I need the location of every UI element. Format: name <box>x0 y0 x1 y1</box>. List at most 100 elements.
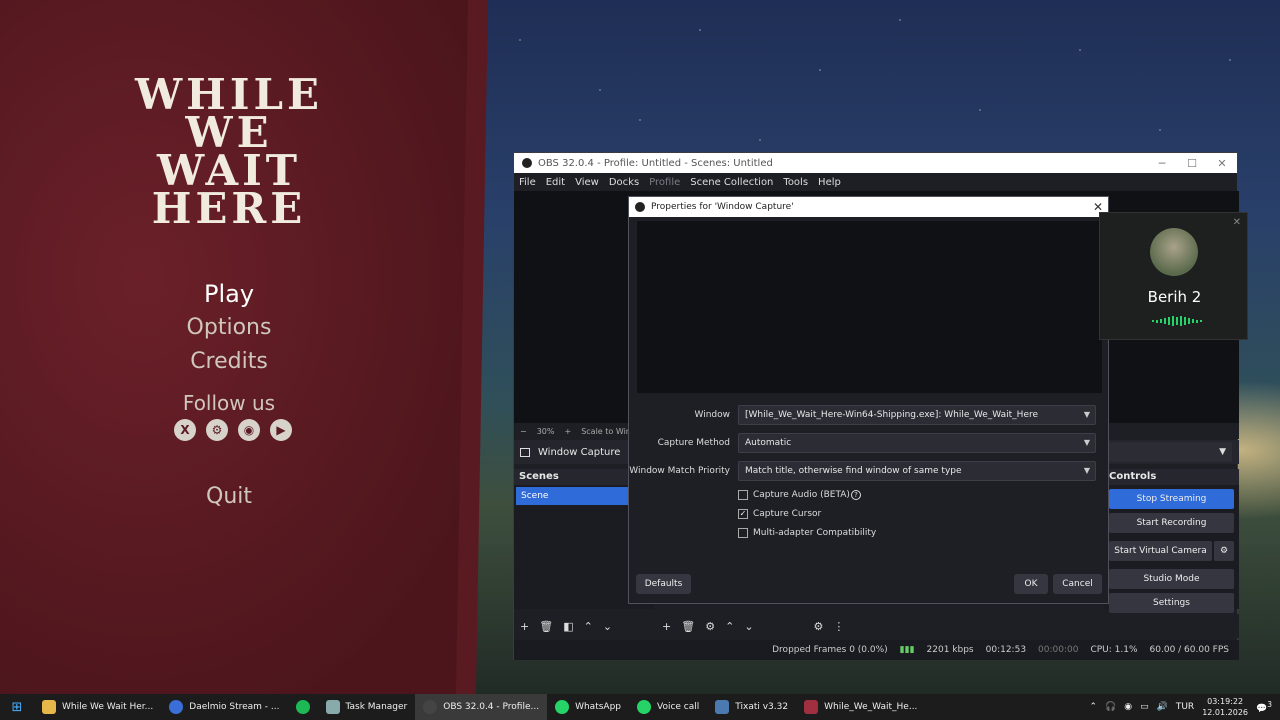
taskbar-label: WhatsApp <box>575 702 621 712</box>
source-dropdown[interactable]: ▼ <box>1104 442 1232 462</box>
clock[interactable]: 03:19:22 12.01.2026 <box>1202 696 1248 718</box>
headset-icon[interactable]: 🎧 <box>1105 702 1116 712</box>
signal-icon: ▮▮▮ <box>899 645 915 655</box>
discord-icon[interactable]: ◉ <box>238 419 260 441</box>
taskbar-item-obs[interactable]: OBS 32.0.4 - Profile... <box>415 694 548 720</box>
start-virtual-camera-button[interactable]: Start Virtual Camera <box>1109 541 1212 561</box>
defaults-button[interactable]: Defaults <box>636 574 691 594</box>
dropped-frames: Dropped Frames 0 (0.0%) <box>772 645 888 655</box>
avatar <box>1150 228 1198 276</box>
taskbar-item-game[interactable]: While_We_Wait_He... <box>796 694 925 720</box>
close-icon[interactable]: ✕ <box>1207 157 1237 170</box>
dock-toolbars: + 🗑 ◧ ⌃ ⌄ + 🗑 ⚙ ⌃ ⌄ ⚙ ⋮ <box>514 614 1239 638</box>
record-time: 00:00:00 <box>1038 645 1079 655</box>
gear-icon[interactable]: ⚙ <box>1214 541 1234 561</box>
stop-streaming-button[interactable]: Stop Streaming <box>1109 489 1234 509</box>
capture-cursor-checkbox[interactable]: ✓ <box>738 509 748 519</box>
obs-titlebar[interactable]: OBS 32.0.4 - Profile: Untitled - Scenes:… <box>514 153 1237 173</box>
system-tray: ⌃ 🎧 ◉ ▭ 🔊 TUR 03:19:22 12.01.2026 💬3 <box>1089 696 1280 718</box>
remove-scene-icon[interactable]: 🗑 <box>539 620 553 633</box>
match-priority-select[interactable]: Match title, otherwise find window of sa… <box>738 461 1096 481</box>
move-up-icon[interactable]: ⌃ <box>584 620 593 633</box>
taskbar-item-game-folder[interactable]: While We Wait Her... <box>34 694 161 720</box>
window-select[interactable]: [While_We_Wait_Here-Win64-Shipping.exe]:… <box>738 405 1096 425</box>
taskbar-label: Daelmio Stream - ... <box>189 702 280 712</box>
move-down-icon[interactable]: ⌄ <box>603 620 612 633</box>
bitrate: 2201 kbps <box>926 645 974 655</box>
menu-quit[interactable]: Quit <box>0 484 458 509</box>
network-icon[interactable]: ▭ <box>1140 702 1149 712</box>
taskbar-item-whatsapp[interactable]: WhatsApp <box>547 694 629 720</box>
taskbar-item-task-manager[interactable]: Task Manager <box>318 694 416 720</box>
task-manager-icon <box>325 700 340 714</box>
multi-adapter-label[interactable]: Multi-adapter Compatibility <box>753 528 876 538</box>
maximize-icon[interactable]: ☐ <box>1177 157 1207 170</box>
more-icon[interactable]: ⋮ <box>833 620 844 633</box>
menu-profile[interactable]: Profile <box>649 177 680 188</box>
youtube-icon[interactable]: ▶ <box>270 419 292 441</box>
windows-start-icon[interactable]: ⊞ <box>0 700 34 715</box>
capture-audio-label[interactable]: Capture Audio (BETA) <box>753 490 850 500</box>
taskbar-item-voice-call[interactable]: Voice call <box>629 694 707 720</box>
menu-play[interactable]: Play <box>0 280 458 308</box>
cancel-button[interactable]: Cancel <box>1053 574 1102 594</box>
minimize-icon[interactable]: ─ <box>1147 157 1177 170</box>
capture-method-value: Automatic <box>745 438 792 448</box>
zoom-out-icon[interactable]: − <box>520 427 527 436</box>
menu-docks[interactable]: Docks <box>609 177 639 188</box>
menu-scene-collection[interactable]: Scene Collection <box>690 177 773 188</box>
menu-file[interactable]: File <box>519 177 536 188</box>
chevron-up-icon[interactable]: ⌃ <box>1089 702 1097 712</box>
menu-credits[interactable]: Credits <box>0 349 458 374</box>
studio-mode-button[interactable]: Studio Mode <box>1109 569 1234 589</box>
source-up-icon[interactable]: ⌃ <box>725 620 734 633</box>
capture-cursor-label[interactable]: Capture Cursor <box>753 509 821 519</box>
menu-options[interactable]: Options <box>0 315 458 340</box>
notification-icon[interactable]: 💬3 <box>1256 700 1272 714</box>
remove-source-icon[interactable]: 🗑 <box>681 620 695 633</box>
start-recording-button[interactable]: Start Recording <box>1109 513 1234 533</box>
steam-icon[interactable]: ⚙ <box>206 419 228 441</box>
taskbar-label: Tixati v3.32 <box>735 702 789 712</box>
multi-adapter-checkbox[interactable] <box>738 528 748 538</box>
menu-tools[interactable]: Tools <box>783 177 808 188</box>
taskbar-item-firefox[interactable]: Daelmio Stream - ... <box>161 694 287 720</box>
controls-title: Controls <box>1104 469 1239 485</box>
close-icon[interactable]: ✕ <box>1233 217 1241 228</box>
add-scene-icon[interactable]: + <box>520 620 529 633</box>
capture-audio-checkbox[interactable] <box>738 490 748 500</box>
taskbar-label: OBS 32.0.4 - Profile... <box>443 702 540 712</box>
x-icon[interactable]: X <box>174 419 196 441</box>
title-line: HERE <box>151 184 307 233</box>
menu-view[interactable]: View <box>575 177 599 188</box>
dialog-title: Properties for 'Window Capture' <box>651 202 794 212</box>
dialog-titlebar[interactable]: Properties for 'Window Capture' ✕ <box>629 197 1108 217</box>
volume-icon[interactable]: 🔊 <box>1157 702 1168 712</box>
help-icon[interactable]: ? <box>850 490 861 500</box>
add-source-icon[interactable]: + <box>662 620 671 633</box>
taskbar-item-tixati[interactable]: Tixati v3.32 <box>707 694 796 720</box>
menu-edit[interactable]: Edit <box>546 177 565 188</box>
zoom-in-icon[interactable]: + <box>564 427 571 436</box>
taskbar-label: Task Manager <box>345 702 408 712</box>
chevron-down-icon: ▼ <box>1083 438 1090 447</box>
obs-tray-icon[interactable]: ◉ <box>1124 702 1132 712</box>
taskbar-label: While_We_Wait_He... <box>824 702 918 712</box>
chevron-down-icon: ▼ <box>1219 447 1226 457</box>
ok-button[interactable]: OK <box>1014 574 1048 594</box>
capture-method-row: Capture Method Automatic ▼ <box>629 433 1110 453</box>
capture-method-select[interactable]: Automatic ▼ <box>738 433 1096 453</box>
zoom-level: 30% <box>536 426 555 436</box>
controls-dock: Controls Stop Streaming Start Recording … <box>1104 469 1239 613</box>
source-settings-icon[interactable]: ⚙ <box>705 620 715 633</box>
obs-logo-icon <box>635 202 645 212</box>
menu-help[interactable]: Help <box>818 177 841 188</box>
scene-filter-icon[interactable]: ◧ <box>563 620 573 633</box>
source-down-icon[interactable]: ⌄ <box>744 620 753 633</box>
mixer-settings-icon[interactable]: ⚙ <box>814 620 824 633</box>
chevron-down-icon: ▼ <box>1083 410 1090 419</box>
taskbar-item-spotify[interactable] <box>288 694 318 720</box>
language-indicator[interactable]: TUR <box>1176 702 1194 712</box>
settings-button[interactable]: Settings <box>1109 593 1234 613</box>
window-row: Window [While_We_Wait_Here-Win64-Shippin… <box>629 405 1110 425</box>
